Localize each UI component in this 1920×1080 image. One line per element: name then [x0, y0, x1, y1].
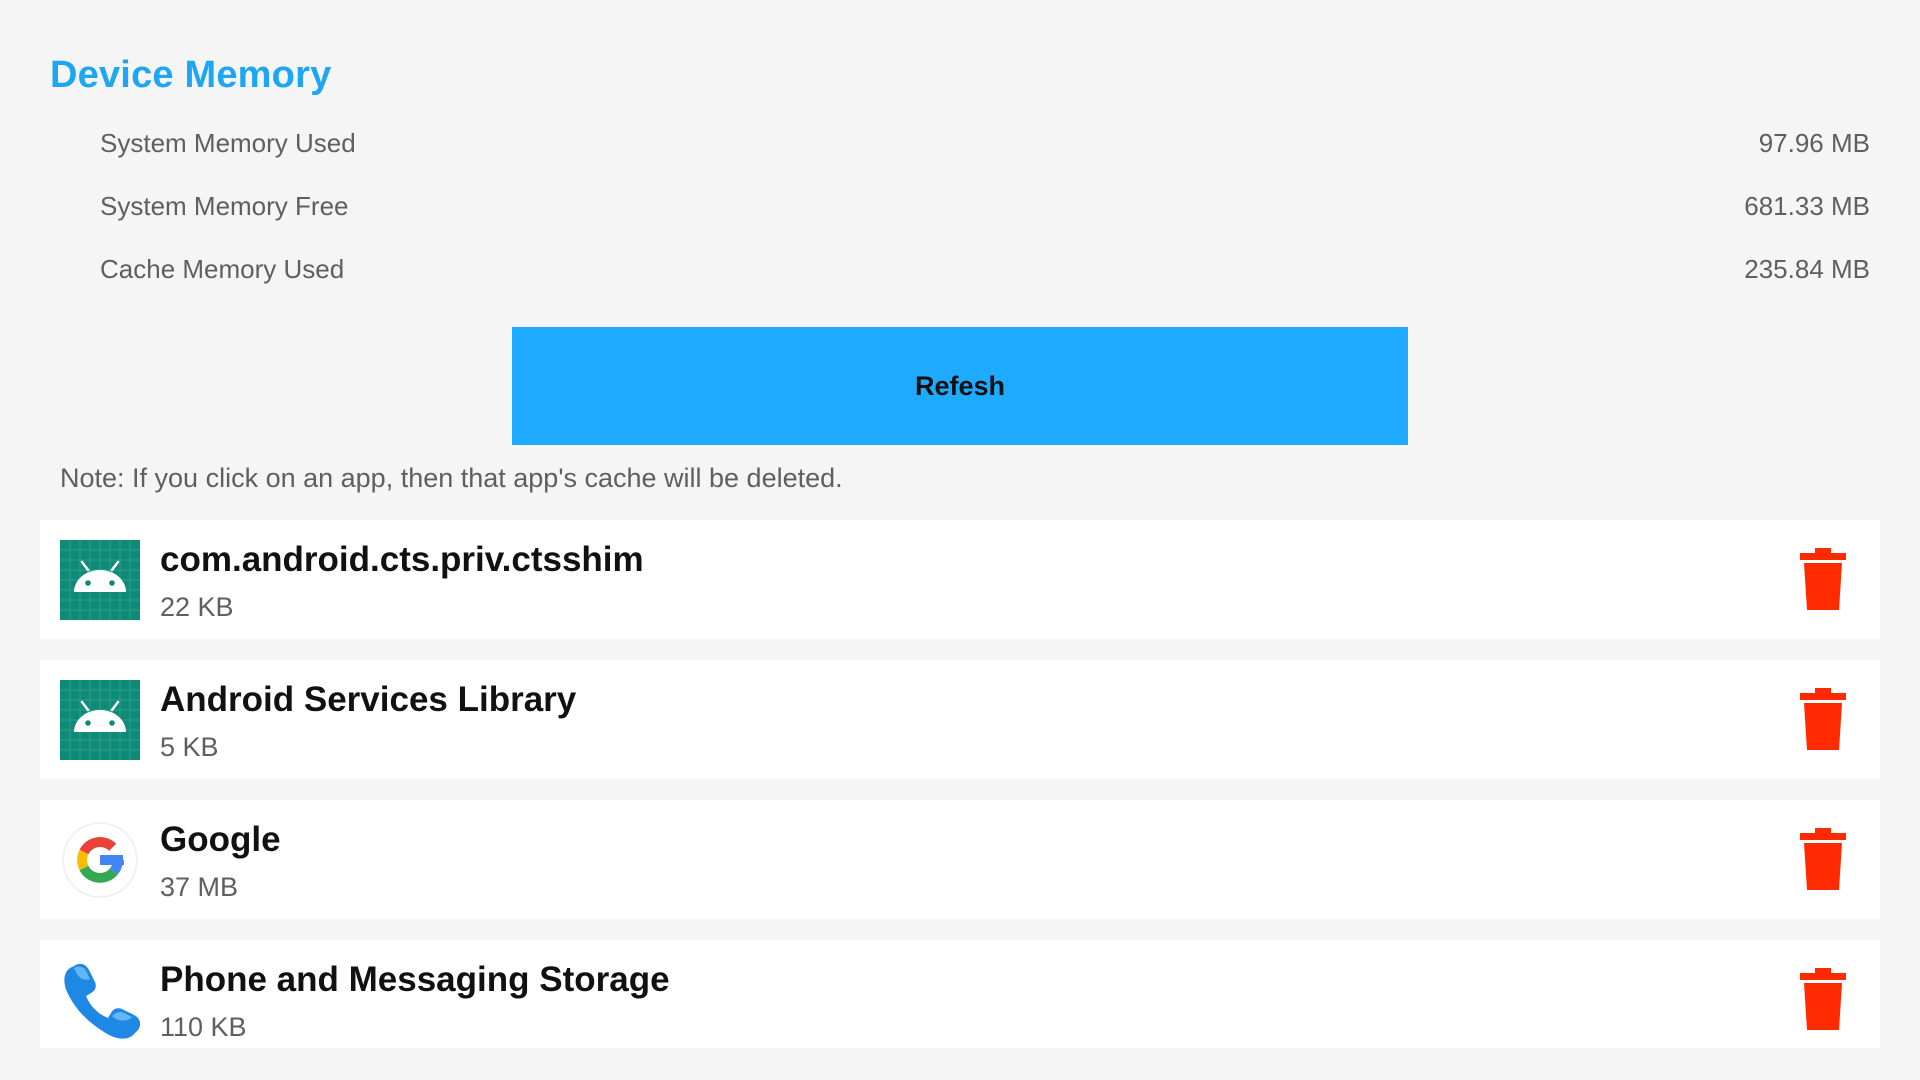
app-name: Android Services Library [160, 680, 577, 719]
trash-icon[interactable] [1800, 688, 1846, 750]
app-size: 37 MB [160, 872, 239, 902]
memory-value: 235.84 MB [1744, 254, 1870, 284]
app-size: 22 KB [160, 592, 234, 622]
memory-row-cache: Cache Memory Used 235.84 MB [100, 254, 1870, 294]
android-icon [60, 540, 140, 620]
app-size: 110 KB [160, 1012, 247, 1042]
app-name: Google [160, 820, 281, 859]
android-icon [60, 680, 140, 760]
app-name: com.android.cts.priv.ctsshim [160, 540, 644, 579]
trash-icon[interactable] [1800, 968, 1846, 1030]
memory-row-used: System Memory Used 97.96 MB [100, 128, 1870, 168]
app-list-item[interactable]: com.android.cts.priv.ctsshim 22 KB [40, 520, 1880, 639]
refresh-button[interactable]: Refesh [512, 327, 1408, 445]
memory-label: System Memory Used [100, 128, 356, 158]
phone-icon [64, 963, 140, 1039]
device-memory-screen: Device Memory System Memory Used 97.96 M… [0, 0, 1920, 1080]
memory-value: 97.96 MB [1758, 128, 1870, 158]
app-list-item[interactable]: Phone and Messaging Storage 110 KB [40, 940, 1880, 1048]
app-name: Phone and Messaging Storage [160, 960, 670, 999]
memory-label: Cache Memory Used [100, 254, 345, 284]
google-icon [62, 822, 138, 898]
memory-label: System Memory Free [100, 191, 349, 221]
trash-icon[interactable] [1800, 548, 1846, 610]
app-size: 5 KB [160, 732, 219, 762]
memory-row-free: System Memory Free 681.33 MB [100, 191, 1870, 231]
app-list-item[interactable]: Google 37 MB [40, 800, 1880, 919]
page-title: Device Memory [50, 54, 332, 96]
cache-note: Note: If you click on an app, then that … [60, 463, 843, 493]
trash-icon[interactable] [1800, 828, 1846, 890]
app-list-item[interactable]: Android Services Library 5 KB [40, 660, 1880, 779]
memory-value: 681.33 MB [1744, 191, 1870, 221]
